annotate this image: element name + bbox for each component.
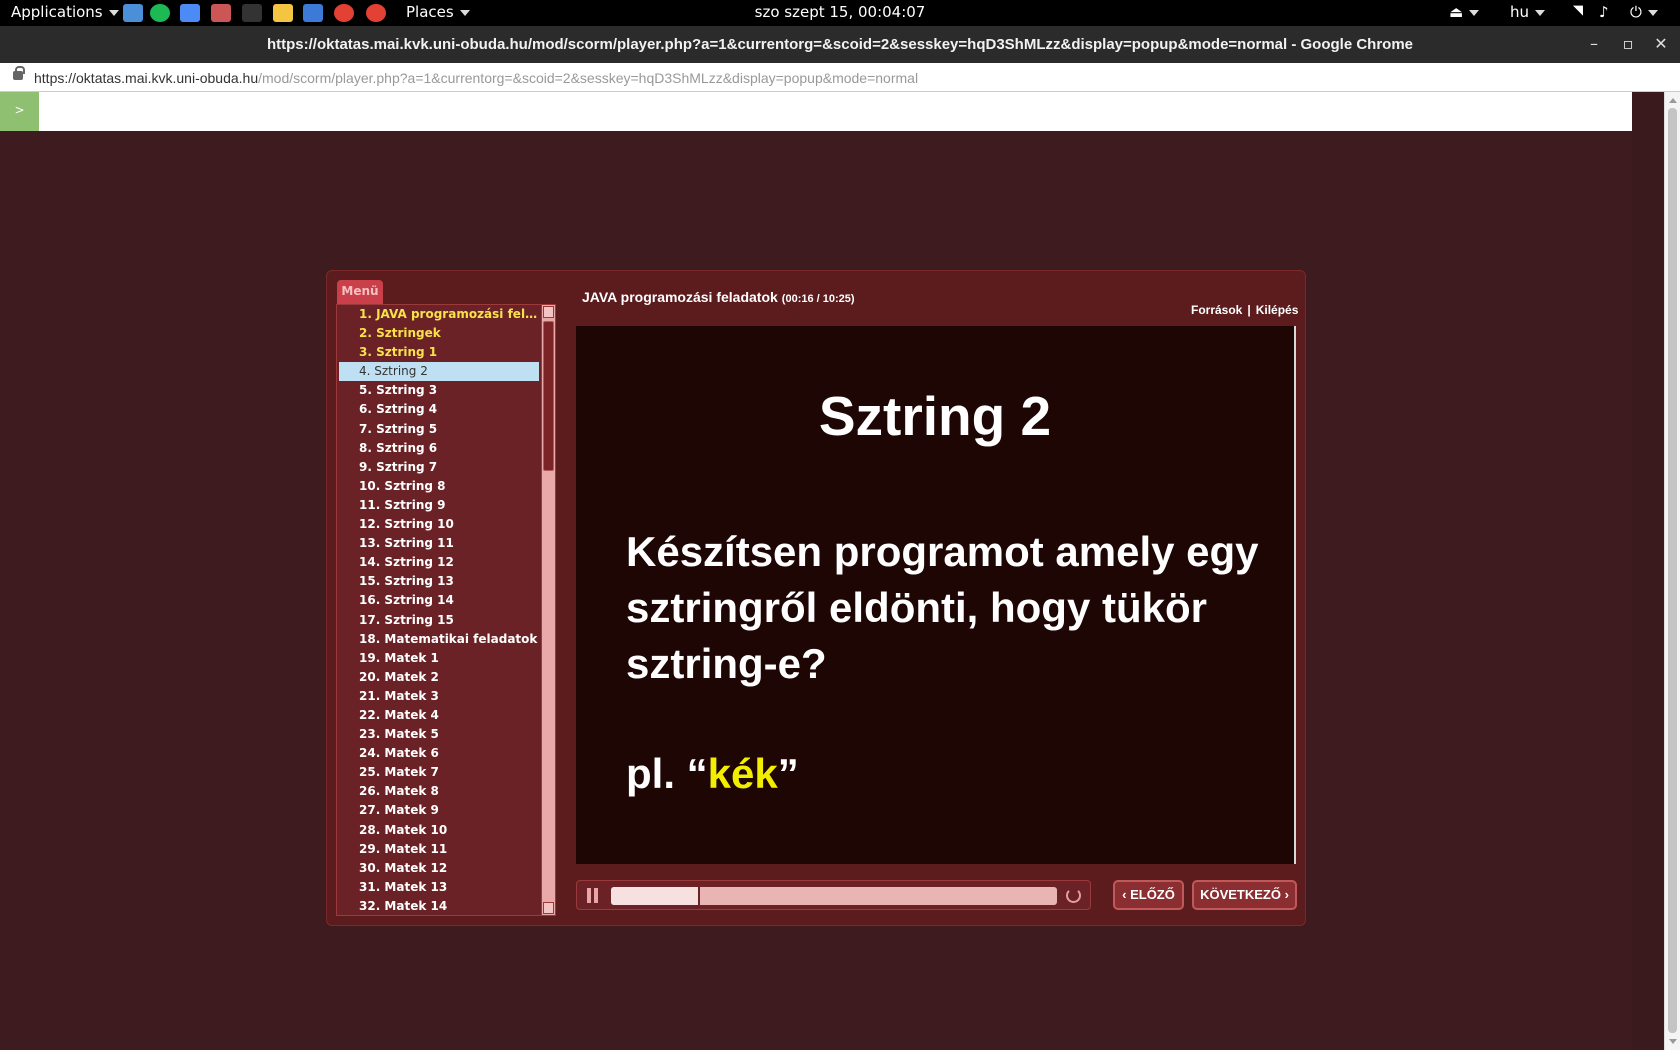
- menu-item[interactable]: 9. Sztring 7: [339, 458, 539, 477]
- menu-item[interactable]: 7. Sztring 5: [339, 420, 539, 439]
- seek-bar-fill: [611, 887, 701, 905]
- menu-item[interactable]: 30. Matek 12: [339, 859, 539, 878]
- slide-body: Készítsen programot amely egy sztringről…: [626, 528, 1259, 687]
- menu-scroll-up-button[interactable]: [543, 306, 554, 318]
- pause-icon[interactable]: [587, 888, 599, 903]
- menu-item[interactable]: 10. Sztring 8: [339, 477, 539, 496]
- url-path: /mod/scorm/player.php?a=1&currentorg=&sc…: [258, 70, 919, 86]
- lesson-title: JAVA programozási feladatok (00:16 / 10:2…: [582, 289, 855, 305]
- eject-icon[interactable]: ⏏: [1449, 3, 1480, 21]
- menu-item[interactable]: 22. Matek 4: [339, 706, 539, 725]
- lesson-time: (00:16 / 10:25): [781, 293, 855, 305]
- menu-item[interactable]: 4. Sztring 2: [339, 362, 539, 382]
- menu-panel: 1. JAVA programozási felada...2. Sztring…: [336, 304, 556, 916]
- slide-view: Sztring 2 Készítsen programot amely egy …: [576, 326, 1296, 864]
- chevron-left-icon: ‹: [1122, 887, 1131, 902]
- scroll-up-icon[interactable]: [1669, 98, 1677, 103]
- chevron-down-icon: [1535, 9, 1546, 16]
- wifi-icon[interactable]: ◥: [1573, 3, 1583, 18]
- slide-title: Sztring 2: [818, 385, 1052, 447]
- menu-item[interactable]: 31. Matek 13: [339, 878, 539, 897]
- menu-item[interactable]: 26. Matek 8: [339, 782, 539, 801]
- example-prefix: pl. “: [626, 750, 708, 797]
- slide-example: pl. “kék”: [626, 750, 799, 798]
- volume-icon[interactable]: ♪: [1599, 3, 1609, 21]
- window-titlebar: https://oktatas.mai.kvk.uni-obuda.hu/mod…: [0, 26, 1680, 63]
- example-highlight: kék: [707, 750, 778, 797]
- replay-icon[interactable]: [1066, 888, 1081, 903]
- next-button[interactable]: KÖVETKEZŐ ›: [1192, 880, 1297, 910]
- previous-label: ELŐZŐ: [1130, 887, 1175, 902]
- clock[interactable]: szo szept 15, 00:04:07: [0, 3, 1680, 21]
- maximize-button[interactable]: ▫: [1618, 34, 1638, 53]
- lesson-title-text: JAVA programozási feladatok: [582, 289, 778, 305]
- menu-scrollbar[interactable]: [541, 305, 555, 915]
- menu-item[interactable]: 14. Sztring 12: [339, 553, 539, 572]
- menu-item[interactable]: 25. Matek 7: [339, 763, 539, 782]
- menu-item[interactable]: 24. Matek 6: [339, 744, 539, 763]
- menu-item[interactable]: 21. Matek 3: [339, 687, 539, 706]
- minimize-button[interactable]: –: [1584, 34, 1604, 53]
- example-suffix: ”: [777, 750, 799, 797]
- menu-item[interactable]: 27. Matek 9: [339, 801, 539, 820]
- next-label: KÖVETKEZŐ: [1200, 887, 1281, 902]
- power-icon[interactable]: ⏻: [1630, 3, 1658, 21]
- lock-icon: [13, 66, 25, 80]
- player-links: Források | Kilépés: [1191, 303, 1298, 317]
- menu-item[interactable]: 16. Sztring 14: [339, 591, 539, 610]
- menu-item[interactable]: 15. Sztring 13: [339, 572, 539, 591]
- menu-item[interactable]: 5. Sztring 3: [339, 381, 539, 400]
- menu-item[interactable]: 32. Matek 14: [339, 897, 539, 915]
- seek-bar[interactable]: [611, 887, 1057, 905]
- window-title: https://oktatas.mai.kvk.uni-obuda.hu/mod…: [266, 36, 1414, 53]
- keyboard-layout-label: hu: [1510, 3, 1530, 21]
- keyboard-layout-menu[interactable]: hu: [1510, 3, 1546, 21]
- url-host: https://oktatas.mai.kvk.uni-obuda.hu: [34, 70, 259, 86]
- menu-item[interactable]: 28. Matek 10: [339, 821, 539, 840]
- menu-item[interactable]: 11. Sztring 9: [339, 496, 539, 515]
- menu-item[interactable]: 17. Sztring 15: [339, 611, 539, 630]
- scrollbar-thumb[interactable]: [1668, 108, 1677, 1033]
- close-button[interactable]: ✕: [1651, 34, 1671, 53]
- page-scrollbar[interactable]: [1664, 92, 1680, 1050]
- system-top-bar: Applications Places szo szept 15, 00:04:…: [0, 0, 1680, 26]
- previous-button[interactable]: ‹ ELŐZŐ: [1113, 880, 1184, 910]
- menu-item[interactable]: 20. Matek 2: [339, 668, 539, 687]
- menu-scroll-thumb[interactable]: [543, 321, 554, 471]
- menu-item[interactable]: 29. Matek 11: [339, 840, 539, 859]
- scorm-toc-row: >: [0, 92, 1632, 131]
- menu-item[interactable]: 13. Sztring 11: [339, 534, 539, 553]
- chevron-down-icon: [1469, 9, 1480, 16]
- chevron-right-icon: ›: [1280, 887, 1289, 902]
- menu-item[interactable]: 6. Sztring 4: [339, 400, 539, 419]
- address-bar[interactable]: https://oktatas.mai.kvk.uni-obuda.hu/mod…: [0, 63, 1680, 92]
- menu-item[interactable]: 2. Sztringek: [339, 324, 539, 343]
- menu-item[interactable]: 1. JAVA programozási felada...: [339, 305, 539, 324]
- toc-toggle-button[interactable]: >: [0, 92, 39, 131]
- menu-item[interactable]: 19. Matek 1: [339, 649, 539, 668]
- menu-item[interactable]: 18. Matematikai feladatok: [339, 630, 539, 649]
- scroll-down-icon[interactable]: [1669, 1039, 1677, 1044]
- link-separator: |: [1247, 303, 1251, 317]
- url-text[interactable]: https://oktatas.mai.kvk.uni-obuda.hu/mod…: [34, 70, 918, 86]
- menu-tab[interactable]: Menü: [337, 280, 383, 304]
- chevron-down-icon: [1647, 9, 1658, 16]
- menu-list: 1. JAVA programozási felada...2. Sztring…: [339, 305, 539, 915]
- resources-link[interactable]: Források: [1191, 303, 1242, 317]
- menu-item[interactable]: 23. Matek 5: [339, 725, 539, 744]
- menu-item[interactable]: 3. Sztring 1: [339, 343, 539, 362]
- menu-scroll-down-button[interactable]: [543, 902, 554, 914]
- playback-controls: [576, 880, 1091, 910]
- menu-item[interactable]: 8. Sztring 6: [339, 439, 539, 458]
- exit-link[interactable]: Kilépés: [1256, 303, 1299, 317]
- menu-item[interactable]: 12. Sztring 10: [339, 515, 539, 534]
